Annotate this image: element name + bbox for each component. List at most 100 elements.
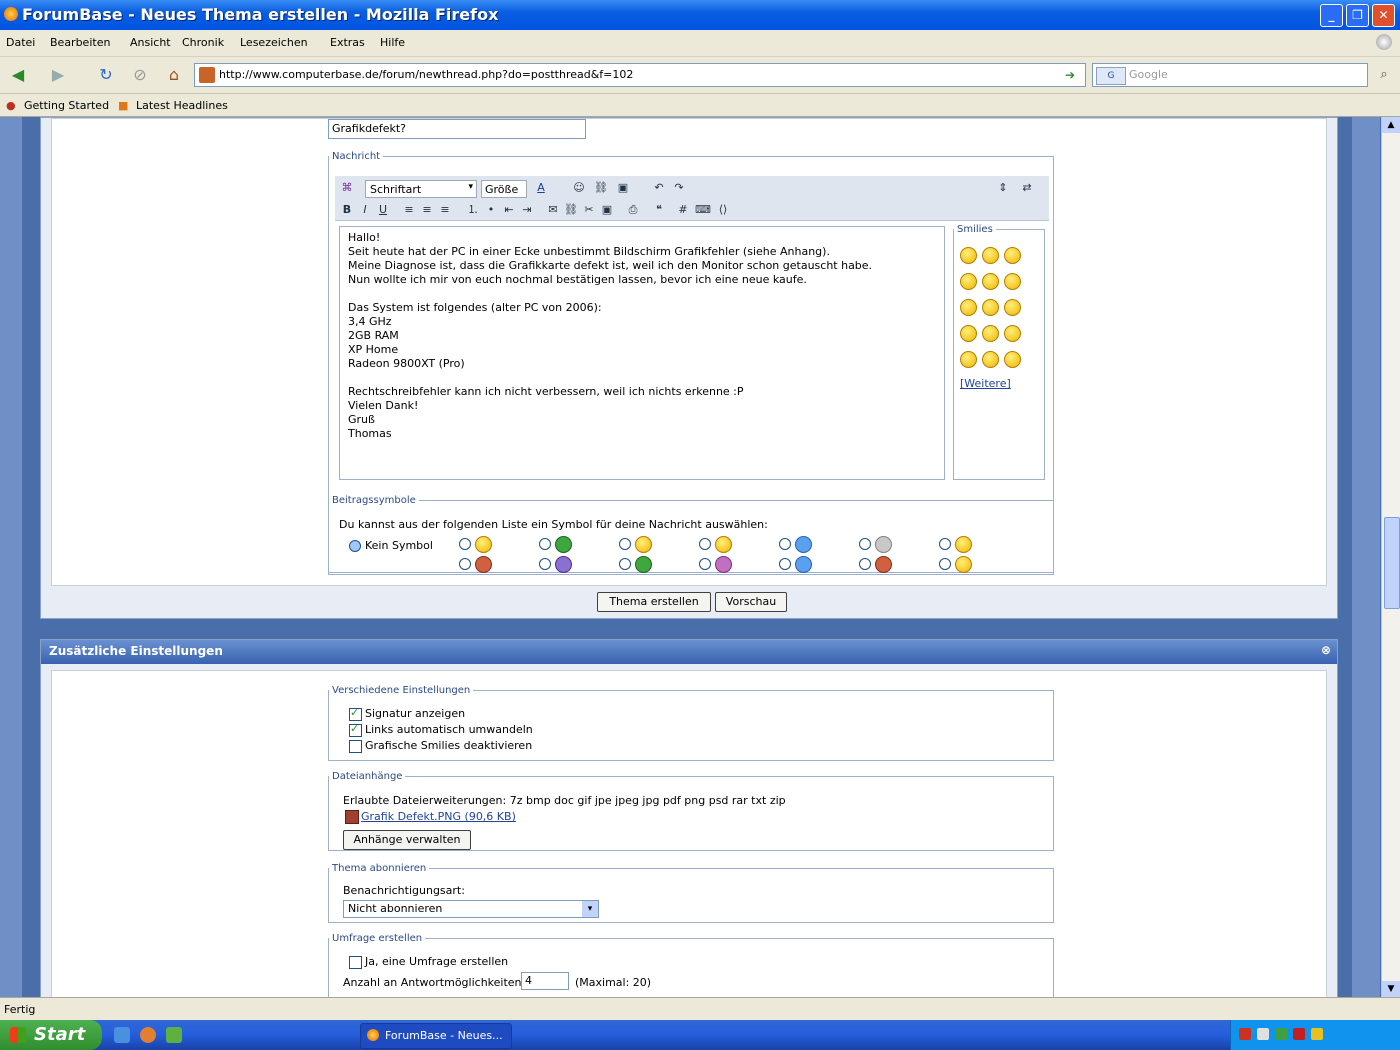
stop-icon[interactable]: ⊘ <box>128 63 152 87</box>
back-icon[interactable]: ◀ <box>6 63 30 87</box>
link-icon[interactable]: ⛓ <box>563 202 579 218</box>
page-scrollbar[interactable]: ▲ ▼ <box>1381 117 1400 997</box>
post-icon-radio[interactable] <box>779 558 791 570</box>
font-select[interactable]: Schriftart ▾ <box>365 180 477 198</box>
smiley-icon[interactable] <box>982 273 999 290</box>
italic-icon[interactable]: I <box>357 202 373 218</box>
mode-switch-icon[interactable]: ⌘ <box>339 180 355 196</box>
bold-icon[interactable]: B <box>339 202 355 218</box>
underline-icon[interactable]: U <box>375 202 391 218</box>
smiley-icon[interactable] <box>960 351 977 368</box>
create-poll-checkbox[interactable] <box>349 956 362 969</box>
post-icon-radio[interactable] <box>859 538 871 550</box>
link-insert-icon[interactable]: ⛓ <box>593 180 609 196</box>
quicklaunch-icon[interactable] <box>114 1027 130 1043</box>
smiley-insert-icon[interactable]: ☺ <box>571 180 587 196</box>
unlink-icon[interactable]: ✂ <box>581 202 597 218</box>
html-icon[interactable]: ⟨⟩ <box>715 202 731 218</box>
smiley-icon[interactable] <box>960 299 977 316</box>
smiley-icon[interactable] <box>982 299 999 316</box>
chevron-down-icon[interactable]: ▾ <box>582 901 598 917</box>
menu-bearbeiten[interactable]: Bearbeiten <box>50 36 110 49</box>
smiley-icon[interactable] <box>982 247 999 264</box>
forward-icon[interactable]: ▶ <box>46 63 70 87</box>
post-icon-radio[interactable] <box>859 558 871 570</box>
minimize-button[interactable]: _ <box>1320 4 1343 27</box>
email-link-icon[interactable]: ✉ <box>545 202 561 218</box>
reload-icon[interactable]: ↻ <box>94 63 118 87</box>
signature-checkbox[interactable] <box>349 706 362 721</box>
redo-icon[interactable]: ↷ <box>671 180 687 196</box>
size-select[interactable]: Größe <box>481 180 527 198</box>
menu-ansicht[interactable]: Ansicht <box>130 36 171 49</box>
align-center-icon[interactable]: ≡ <box>419 202 435 218</box>
smiley-icon[interactable] <box>1004 325 1021 342</box>
disable-smilies-checkbox[interactable] <box>349 740 362 753</box>
tray-icon[interactable] <box>1239 1028 1251 1040</box>
undo-icon[interactable]: ↶ <box>651 180 667 196</box>
smiley-icon[interactable] <box>1004 247 1021 264</box>
post-icon-radio[interactable] <box>699 538 711 550</box>
scroll-up-icon[interactable]: ▲ <box>1382 117 1400 133</box>
code-icon[interactable]: # <box>675 202 691 218</box>
scrollbar-thumb[interactable] <box>1384 517 1400 609</box>
no-icon-radio[interactable] <box>349 540 361 552</box>
smiley-icon[interactable] <box>982 325 999 342</box>
post-icon-radio[interactable] <box>459 558 471 570</box>
scroll-down-icon[interactable]: ▼ <box>1382 981 1400 997</box>
tray-icon[interactable] <box>1311 1028 1323 1040</box>
attachment-icon[interactable]: ⎙ <box>625 202 641 218</box>
indent-icon[interactable]: ⇥ <box>519 202 535 218</box>
maximize-button[interactable]: ❐ <box>1346 4 1369 27</box>
resize-icon[interactable]: ⇕ <box>995 180 1011 196</box>
post-icon-radio[interactable] <box>619 558 631 570</box>
switch-editor-icon[interactable]: ⇄ <box>1019 180 1035 196</box>
align-left-icon[interactable]: ≡ <box>401 202 417 218</box>
menu-extras[interactable]: Extras <box>330 36 365 49</box>
quicklaunch-icon[interactable] <box>166 1027 182 1043</box>
php-icon[interactable]: ⌨ <box>695 202 711 218</box>
url-bar[interactable]: http://www.computerbase.de/forum/newthre… <box>194 63 1086 87</box>
close-button[interactable]: ✕ <box>1372 4 1395 27</box>
post-icon-radio[interactable] <box>619 538 631 550</box>
start-button[interactable]: Start <box>0 1020 102 1050</box>
post-icon-radio[interactable] <box>539 538 551 550</box>
menu-lesezeichen[interactable]: Lesezeichen <box>240 36 308 49</box>
tray-icon[interactable] <box>1275 1028 1287 1040</box>
menu-hilfe[interactable]: Hilfe <box>380 36 405 49</box>
attached-file-link[interactable]: Grafik Defekt.PNG (90,6 KB) <box>361 810 516 823</box>
image-insert-icon[interactable]: ▣ <box>615 180 631 196</box>
font-color-icon[interactable]: A <box>533 180 549 196</box>
google-icon[interactable]: G <box>1096 67 1126 85</box>
smiley-icon[interactable] <box>960 325 977 342</box>
image-icon[interactable]: ▣ <box>599 202 615 218</box>
post-icon-radio[interactable] <box>459 538 471 550</box>
subscription-select[interactable]: Nicht abonnieren ▾ <box>343 900 599 918</box>
post-icon-radio[interactable] <box>539 558 551 570</box>
ordered-list-icon[interactable]: ⒈ <box>465 202 481 218</box>
smiley-icon[interactable] <box>960 247 977 264</box>
outdent-icon[interactable]: ⇤ <box>501 202 517 218</box>
taskbar-item-firefox[interactable]: ForumBase - Neues... <box>360 1023 512 1049</box>
menu-chronik[interactable]: Chronik <box>182 36 224 49</box>
menu-datei[interactable]: Datei <box>6 36 35 49</box>
poll-options-input[interactable]: 4 <box>521 972 569 990</box>
align-right-icon[interactable]: ≡ <box>437 202 453 218</box>
title-input[interactable]: Grafikdefekt? <box>328 119 586 139</box>
preview-button[interactable]: Vorschau <box>715 592 787 612</box>
post-icon-radio[interactable] <box>699 558 711 570</box>
smiley-icon[interactable] <box>960 273 977 290</box>
bookmark-getting-started[interactable]: Getting Started <box>24 99 109 112</box>
post-icon-radio[interactable] <box>939 538 951 550</box>
submit-thread-button[interactable]: Thema erstellen <box>597 592 711 612</box>
collapse-icon[interactable]: ⊗ <box>1321 643 1331 657</box>
quicklaunch-icon[interactable] <box>140 1027 156 1043</box>
message-textarea[interactable]: Hallo! Seit heute hat der PC in einer Ec… <box>339 226 945 480</box>
more-smilies-link[interactable]: [Weitere] <box>960 377 1011 390</box>
manage-attachments-button[interactable]: Anhänge verwalten <box>343 830 471 850</box>
unordered-list-icon[interactable]: • <box>483 202 499 218</box>
post-icon-radio[interactable] <box>939 558 951 570</box>
search-input[interactable]: G Google <box>1092 63 1368 87</box>
tray-icon[interactable] <box>1257 1028 1269 1040</box>
search-icon[interactable]: ⌕ <box>1372 63 1396 87</box>
